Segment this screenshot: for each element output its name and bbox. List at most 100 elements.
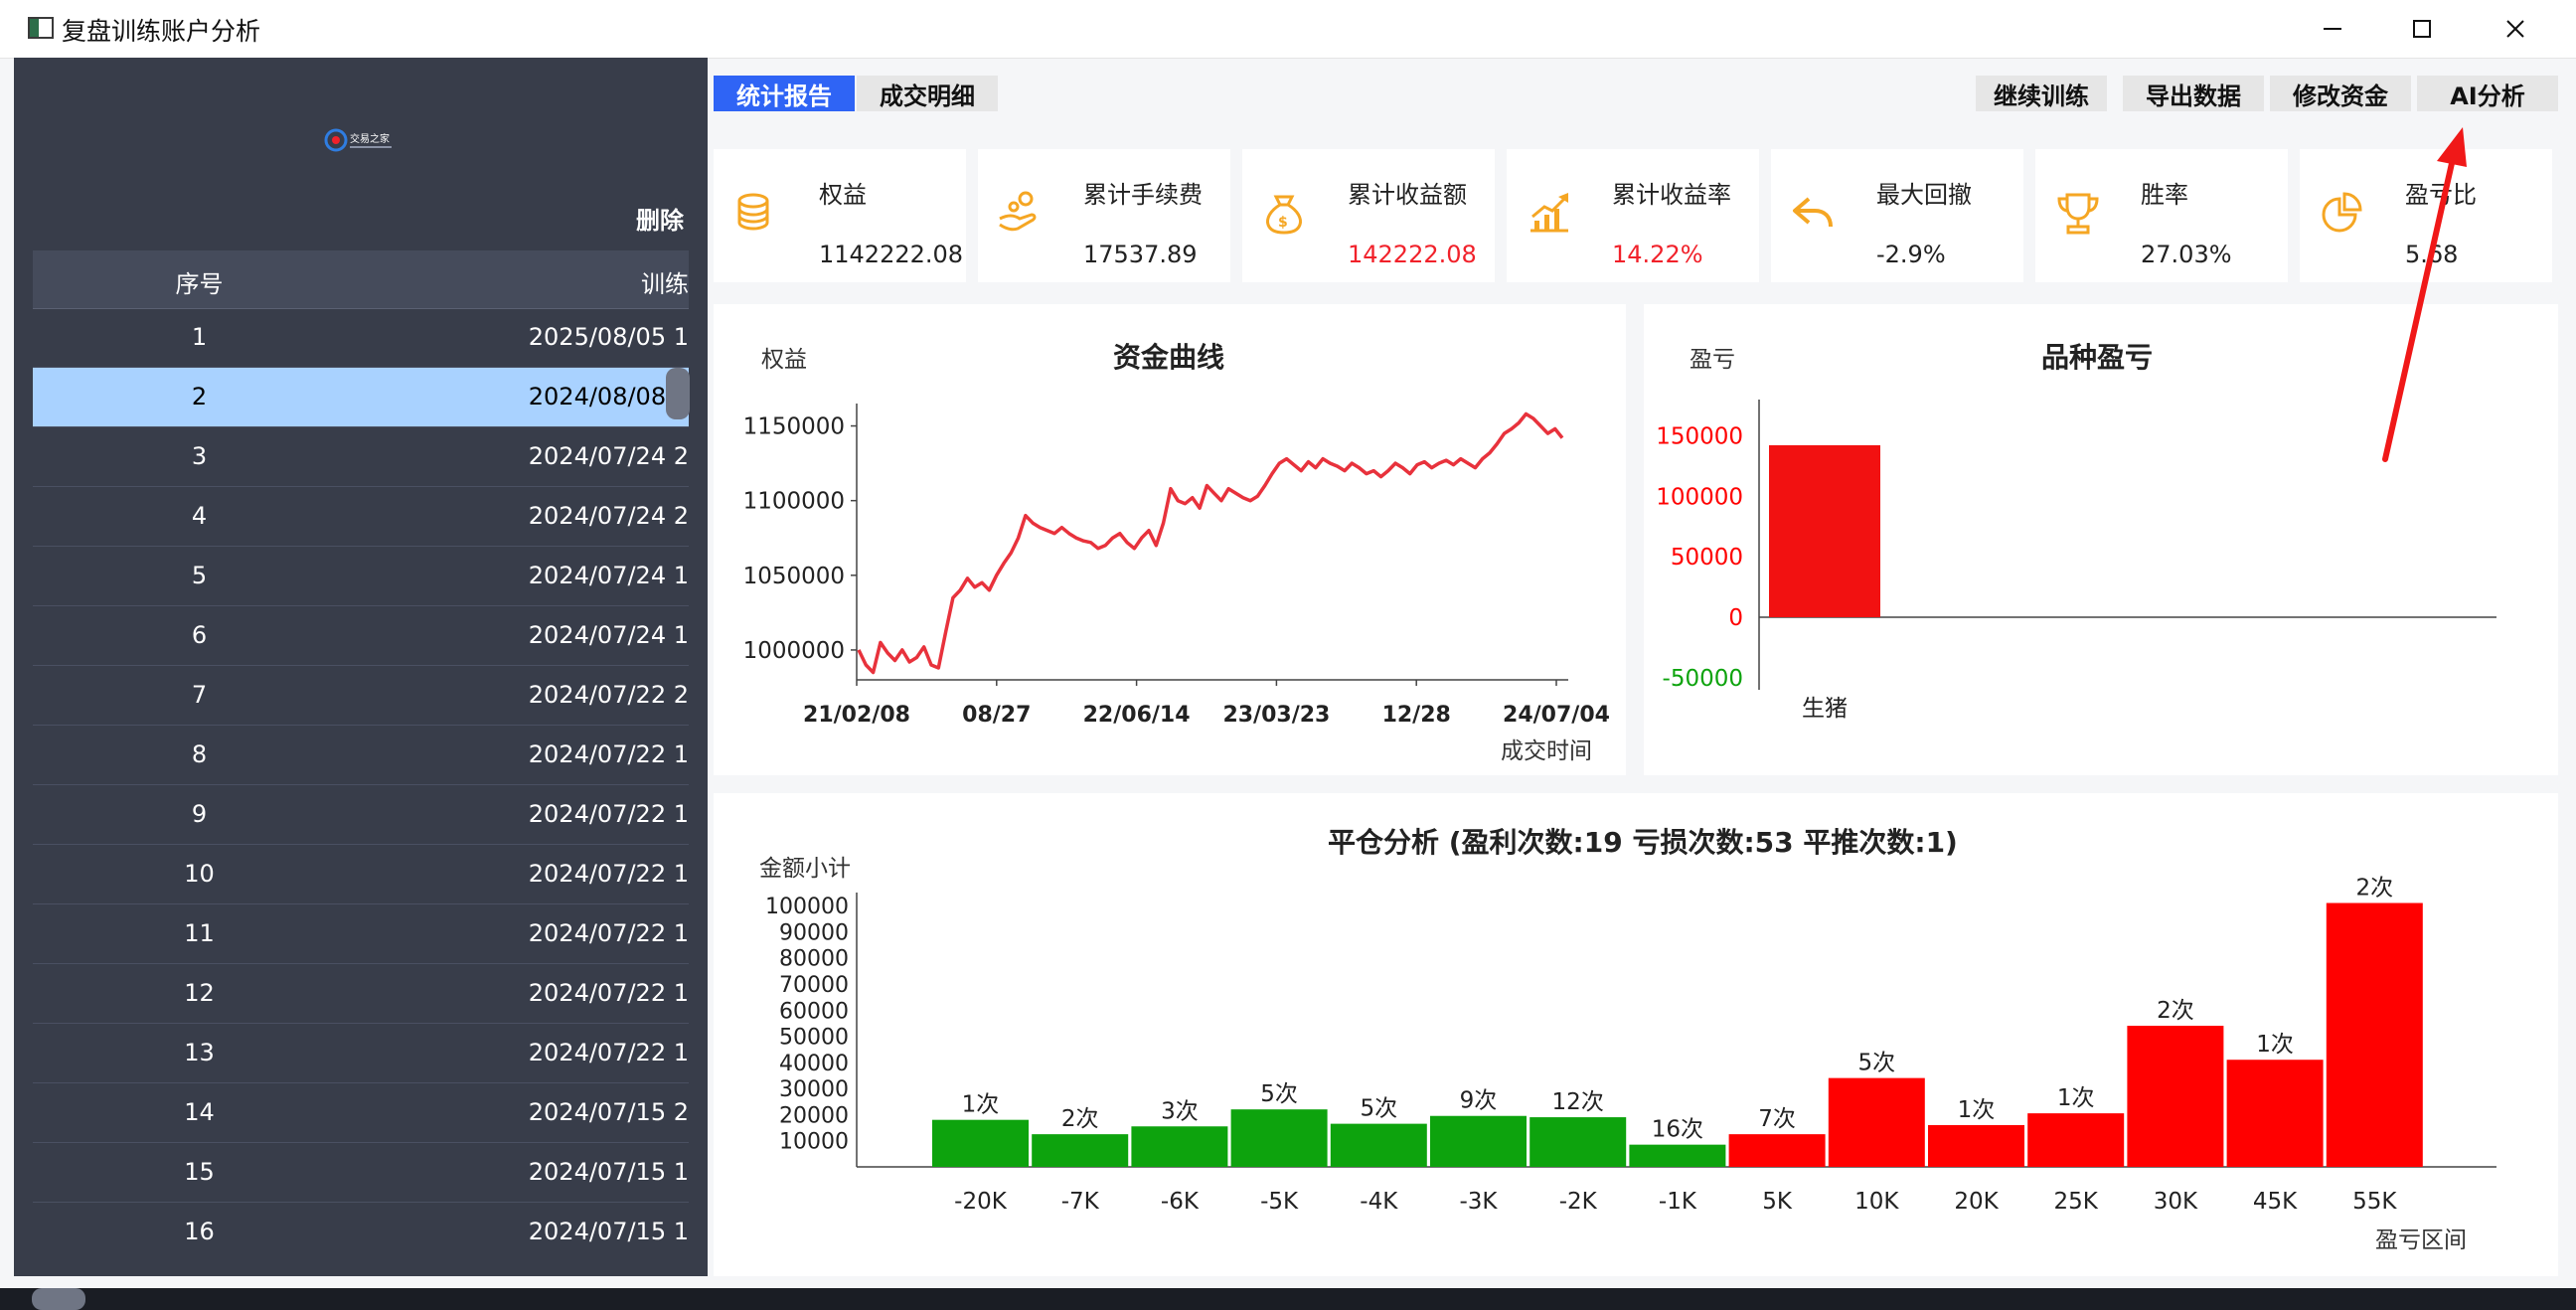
ai-analysis-button[interactable]: AI分析 xyxy=(2417,76,2558,111)
metric-card: 权益 1142222.08 xyxy=(714,149,966,282)
metric-label: 累计收益率 xyxy=(1612,181,1731,209)
close-category-label: 25K xyxy=(2054,1189,2099,1215)
table-row[interactable]: 10 2024/07/22 1 xyxy=(33,845,689,904)
close-bar-count-label: 1次 xyxy=(2256,1032,2294,1058)
close-xlabel: 盈亏区间 xyxy=(2375,1228,2467,1253)
close-category-label: 55K xyxy=(2352,1189,2397,1215)
metric-card: 最大回撤 -2.9% xyxy=(1771,149,2023,282)
close-bar xyxy=(1032,1134,1129,1167)
equity-x-tick-label: 23/03/23 xyxy=(1222,703,1330,728)
row-index: 16 xyxy=(184,1218,215,1245)
table-row[interactable]: 3 2024/07/24 2 xyxy=(33,427,689,487)
close-category-label: -5K xyxy=(1260,1189,1299,1215)
row-date: 2024/07/24 2 xyxy=(528,502,689,530)
close-bar-count-label: 5次 xyxy=(1857,1051,1895,1076)
row-index: 15 xyxy=(184,1158,215,1186)
close-category-label: -6K xyxy=(1161,1189,1200,1215)
table-row[interactable]: 9 2024/07/22 1 xyxy=(33,785,689,845)
table-row[interactable]: 12 2024/07/22 1 xyxy=(33,964,689,1024)
row-date: 2024/07/22 2 xyxy=(528,681,689,709)
minimize-button[interactable] xyxy=(2288,4,2377,54)
row-date: 2024/07/22 1 xyxy=(528,860,689,888)
row-index: 12 xyxy=(184,979,215,1007)
column-header-date[interactable]: 训练 xyxy=(641,264,689,299)
close-y-tick-label: 100000 xyxy=(765,895,849,919)
delete-button[interactable]: 删除 xyxy=(636,201,684,236)
close-category-label: 45K xyxy=(2253,1189,2298,1215)
row-index: 5 xyxy=(191,562,208,589)
close-bar xyxy=(1828,1077,1925,1167)
export-data-button[interactable]: 导出数据 xyxy=(2123,76,2264,111)
close-button[interactable] xyxy=(2471,4,2560,54)
metric-card: 累计收益率 14.22% xyxy=(1507,149,1759,282)
close-analysis-panel: 金额小计 平仓分析 (盈利次数:19 亏损次数:53 平推次数:1) 10000… xyxy=(714,793,2558,1276)
close-y-tick-label: 30000 xyxy=(779,1077,849,1102)
money-bag-icon: $ xyxy=(1266,195,1302,235)
maximize-button[interactable] xyxy=(2377,4,2467,54)
maximize-icon xyxy=(2413,20,2431,38)
title-bar: 复盘训练账户分析 xyxy=(0,0,2576,59)
pnl-y-tick-label: -50000 xyxy=(1663,666,1743,692)
tab-trade-details[interactable]: 成交明细 xyxy=(857,76,998,111)
equity-x-tick-label: 24/07/04 xyxy=(1503,703,1610,728)
close-category-label: -4K xyxy=(1360,1189,1398,1215)
row-index: 4 xyxy=(191,502,208,530)
row-index: 3 xyxy=(191,442,208,470)
table-row[interactable]: 15 2024/07/15 1 xyxy=(33,1143,689,1203)
close-bar xyxy=(1928,1124,2024,1167)
modify-funds-button[interactable]: 修改资金 xyxy=(2270,76,2411,111)
close-bar-count-label: 3次 xyxy=(1161,1098,1199,1124)
table-row[interactable]: 6 2024/07/24 1 xyxy=(33,606,689,666)
continue-training-button[interactable]: 继续训练 xyxy=(1976,76,2107,111)
row-date: 2024/07/22 1 xyxy=(528,1039,689,1066)
row-index: 11 xyxy=(184,919,215,947)
close-bar xyxy=(2326,902,2423,1167)
table-row[interactable]: 8 2024/07/22 1 xyxy=(33,726,689,785)
equity-y-tick-label: 1050000 xyxy=(743,564,845,589)
equity-y-tick-label: 1000000 xyxy=(743,638,845,664)
row-index: 13 xyxy=(184,1039,215,1066)
pnl-y-tick-label: 100000 xyxy=(1656,484,1743,510)
close-y-tick-label: 10000 xyxy=(779,1130,849,1155)
close-category-label: -20K xyxy=(954,1189,1008,1215)
table-row[interactable]: 11 2024/07/22 1 xyxy=(33,904,689,964)
table-row[interactable]: 7 2024/07/22 2 xyxy=(33,666,689,726)
brand-logo: 交易之家 xyxy=(324,128,392,152)
pnl-bar xyxy=(1769,444,1880,617)
table-row[interactable]: 2 2024/08/08 2 xyxy=(33,368,689,427)
metric-value: 17537.89 xyxy=(1083,241,1198,268)
row-index: 6 xyxy=(191,621,208,649)
close-y-tick-label: 20000 xyxy=(779,1103,849,1128)
close-bar-count-label: 1次 xyxy=(1958,1097,1996,1123)
table-row[interactable]: 16 2024/07/15 1 xyxy=(33,1203,689,1254)
table-row[interactable]: 1 2025/08/05 1 xyxy=(33,308,689,368)
close-category-label: 10K xyxy=(1854,1189,1899,1215)
table-row[interactable]: 14 2024/07/15 2 xyxy=(33,1083,689,1143)
row-index: 1 xyxy=(191,323,208,351)
close-bar-count-label: 1次 xyxy=(962,1092,1000,1118)
table-row[interactable]: 4 2024/07/24 2 xyxy=(33,487,689,547)
vertical-scrollbar[interactable] xyxy=(666,368,690,419)
close-bar-count-label: 2次 xyxy=(2355,876,2393,901)
close-bar xyxy=(932,1119,1029,1167)
app-icon xyxy=(28,17,54,39)
metric-card: 胜率 27.03% xyxy=(2035,149,2288,282)
close-bar xyxy=(1131,1126,1228,1167)
hand-coin-icon xyxy=(999,191,1037,232)
horizontal-scrollbar[interactable] xyxy=(32,1288,85,1310)
close-bar xyxy=(1530,1117,1627,1167)
table-row[interactable]: 13 2024/07/22 1 xyxy=(33,1024,689,1083)
row-index: 8 xyxy=(191,740,208,768)
pnl-y-tick-label: 50000 xyxy=(1671,545,1743,571)
equity-y-tick-label: 1150000 xyxy=(743,414,845,440)
row-date: 2024/07/15 1 xyxy=(528,1218,689,1245)
column-header-index[interactable]: 序号 xyxy=(33,264,366,299)
metric-label: 累计收益额 xyxy=(1348,181,1467,209)
metric-value: 27.03% xyxy=(2141,241,2232,268)
equity-xlabel: 成交时间 xyxy=(1501,738,1592,764)
row-index: 2 xyxy=(191,383,208,410)
tab-stats-report[interactable]: 统计报告 xyxy=(714,76,855,111)
coins-icon xyxy=(737,193,769,231)
table-row[interactable]: 5 2024/07/24 1 xyxy=(33,547,689,606)
close-bar-count-label: 16次 xyxy=(1652,1117,1703,1143)
